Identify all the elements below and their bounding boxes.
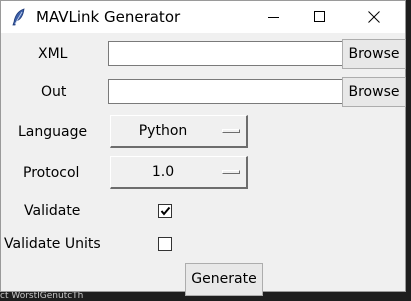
maximize-icon: [314, 11, 325, 22]
mavlink-generator-window: MAVLink Generator XML Browse Out Browse …: [0, 0, 406, 296]
window-title: MAVLink Generator: [36, 8, 181, 26]
title-bar[interactable]: MAVLink Generator: [1, 1, 405, 33]
close-icon: [368, 11, 380, 23]
validate-units-label: Validate Units: [4, 236, 101, 252]
protocol-select[interactable]: 1.0: [110, 156, 248, 189]
minimize-icon: [268, 17, 279, 18]
background-window-edge: [406, 0, 411, 301]
dropdown-indicator-icon: [222, 129, 240, 133]
out-browse-button[interactable]: Browse: [342, 77, 406, 107]
xml-browse-button[interactable]: Browse: [342, 39, 406, 69]
language-select[interactable]: Python: [110, 115, 248, 148]
dropdown-indicator-icon: [222, 170, 240, 174]
close-button[interactable]: [351, 1, 397, 33]
protocol-label: Protocol: [23, 165, 80, 181]
out-label: Out: [41, 84, 67, 100]
validate-checkbox[interactable]: [158, 204, 172, 218]
language-selected-value: Python: [138, 123, 188, 139]
language-label: Language: [18, 124, 88, 140]
xml-path-input[interactable]: [108, 41, 344, 66]
checkmark-icon: [160, 206, 171, 216]
xml-label: XML: [38, 46, 68, 62]
maximize-button[interactable]: [297, 1, 343, 33]
protocol-selected-value: 1.0: [151, 164, 175, 180]
validate-units-checkbox[interactable]: [158, 237, 172, 251]
feather-icon: [10, 8, 28, 26]
minimize-button[interactable]: [251, 1, 297, 33]
out-path-input[interactable]: [108, 79, 344, 104]
validate-label: Validate: [24, 203, 81, 219]
generate-button[interactable]: Generate: [185, 263, 263, 296]
